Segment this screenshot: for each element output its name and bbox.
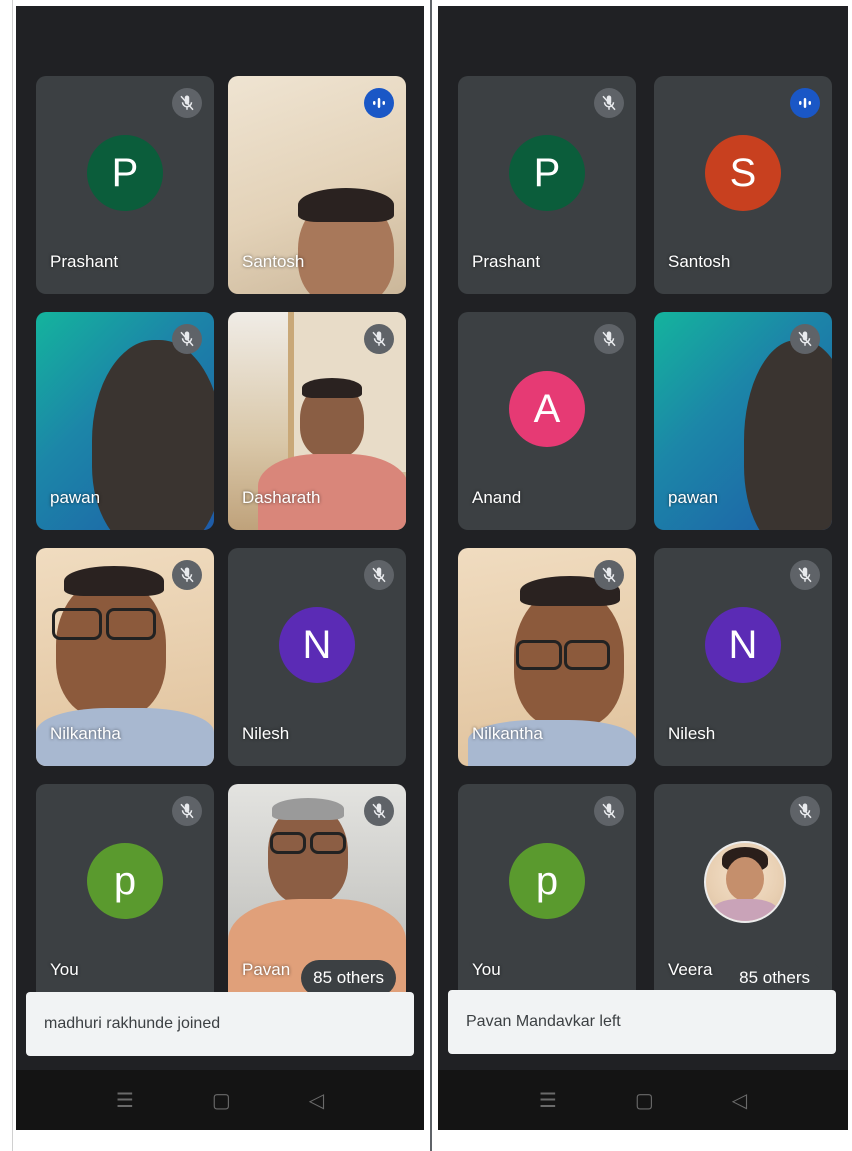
- participant-name: Nilesh: [242, 724, 290, 743]
- participant-video-hair: [298, 188, 394, 222]
- menu-icon[interactable]: ☰: [539, 1088, 557, 1113]
- participant-video: [744, 340, 832, 530]
- join-notification-toast: madhuri rakhunde joined: [26, 992, 414, 1056]
- participant-name: pawan: [668, 488, 719, 507]
- avatar: p: [87, 843, 163, 919]
- home-icon[interactable]: ▢: [212, 1088, 231, 1113]
- avatar: N: [705, 607, 781, 683]
- avatar: S: [705, 135, 781, 211]
- mic-off-icon: [364, 796, 394, 826]
- home-icon[interactable]: ▢: [635, 1088, 654, 1113]
- participant-name: Veera: [668, 960, 713, 979]
- mic-off-icon: [172, 560, 202, 590]
- participant-tile-you[interactable]: p You: [36, 784, 214, 1002]
- menu-icon[interactable]: ☰: [116, 1088, 134, 1113]
- participant-tile-nilkantha[interactable]: Nilkantha: [36, 548, 214, 766]
- mic-off-icon: [790, 560, 820, 590]
- participant-tile-santosh[interactable]: Santosh: [228, 76, 406, 294]
- mic-off-icon: [790, 324, 820, 354]
- participant-video-glasses: [564, 640, 610, 670]
- left-phone-screen: P Prashant Santosh pawan Dasharath Nilka…: [16, 6, 424, 1130]
- participant-name: Pavan: [242, 960, 291, 979]
- mic-off-icon: [364, 324, 394, 354]
- speaking-indicator-icon: [364, 88, 394, 118]
- right-phone-screen: P Prashant S Santosh A Anand pawan Nilka…: [438, 6, 848, 1130]
- participant-tile-pawan[interactable]: pawan: [36, 312, 214, 530]
- participant-name: Nilesh: [668, 724, 716, 743]
- avatar: N: [279, 607, 355, 683]
- mic-off-icon: [594, 796, 624, 826]
- participant-name: Nilkantha: [50, 724, 121, 743]
- mic-off-icon: [172, 796, 202, 826]
- participant-tile-dasharath[interactable]: Dasharath: [228, 312, 406, 530]
- participant-name: You: [472, 960, 501, 979]
- participant-tile-nilesh[interactable]: N Nilesh: [228, 548, 406, 766]
- participant-video-hair: [302, 378, 362, 398]
- mic-off-icon: [594, 324, 624, 354]
- participant-name: Santosh: [668, 252, 731, 271]
- participant-tile-you[interactable]: p You: [458, 784, 636, 1002]
- participant-video-glasses: [516, 640, 562, 670]
- participant-video-glasses: [52, 608, 102, 640]
- avatar: [704, 841, 786, 923]
- participant-video-hair: [272, 798, 344, 820]
- participant-name: Prashant: [50, 252, 119, 271]
- participant-tile-pavan[interactable]: Pavan 85 others: [228, 784, 406, 1002]
- participant-name: Nilkantha: [472, 724, 543, 743]
- participant-video-hair: [64, 566, 164, 596]
- avatar: P: [87, 135, 163, 211]
- avatar: p: [509, 843, 585, 919]
- participant-name: pawan: [50, 488, 101, 507]
- participant-video: [56, 578, 166, 718]
- avatar: A: [509, 371, 585, 447]
- mic-off-icon: [172, 88, 202, 118]
- participant-name: Prashant: [472, 252, 541, 271]
- leave-notification-toast: Pavan Mandavkar left: [448, 990, 836, 1054]
- screenshot-divider: [430, 0, 432, 1151]
- participant-name: Anand: [472, 488, 522, 507]
- participant-tile-prashant[interactable]: P Prashant: [458, 76, 636, 294]
- mic-off-icon: [594, 560, 624, 590]
- participant-name: Dasharath: [242, 488, 321, 507]
- others-count-button[interactable]: 85 others: [301, 960, 396, 996]
- participant-video-glasses: [106, 608, 156, 640]
- participant-name: Santosh: [242, 252, 305, 271]
- participant-tile-veera[interactable]: Veera 85 others: [654, 784, 832, 1002]
- mic-off-icon: [172, 324, 202, 354]
- mic-off-icon: [594, 88, 624, 118]
- participant-video: [92, 340, 214, 530]
- participant-tile-nilesh[interactable]: N Nilesh: [654, 548, 832, 766]
- speaking-indicator-icon: [790, 88, 820, 118]
- avatar: P: [509, 135, 585, 211]
- participant-tile-pawan[interactable]: pawan: [654, 312, 832, 530]
- back-icon[interactable]: ◁: [309, 1088, 324, 1113]
- participant-video-glasses: [310, 832, 346, 854]
- android-navigation-bar: ☰ ▢ ◁: [438, 1070, 848, 1130]
- participant-tile-nilkantha[interactable]: Nilkantha: [458, 548, 636, 766]
- participant-video-glasses: [270, 832, 306, 854]
- participant-tile-anand[interactable]: A Anand: [458, 312, 636, 530]
- mic-off-icon: [364, 560, 394, 590]
- participant-tile-prashant[interactable]: P Prashant: [36, 76, 214, 294]
- mic-off-icon: [790, 796, 820, 826]
- back-icon[interactable]: ◁: [732, 1088, 747, 1113]
- participant-name: You: [50, 960, 79, 979]
- page-margin: [0, 0, 13, 1151]
- participant-tile-santosh[interactable]: S Santosh: [654, 76, 832, 294]
- android-navigation-bar: ☰ ▢ ◁: [16, 1070, 424, 1130]
